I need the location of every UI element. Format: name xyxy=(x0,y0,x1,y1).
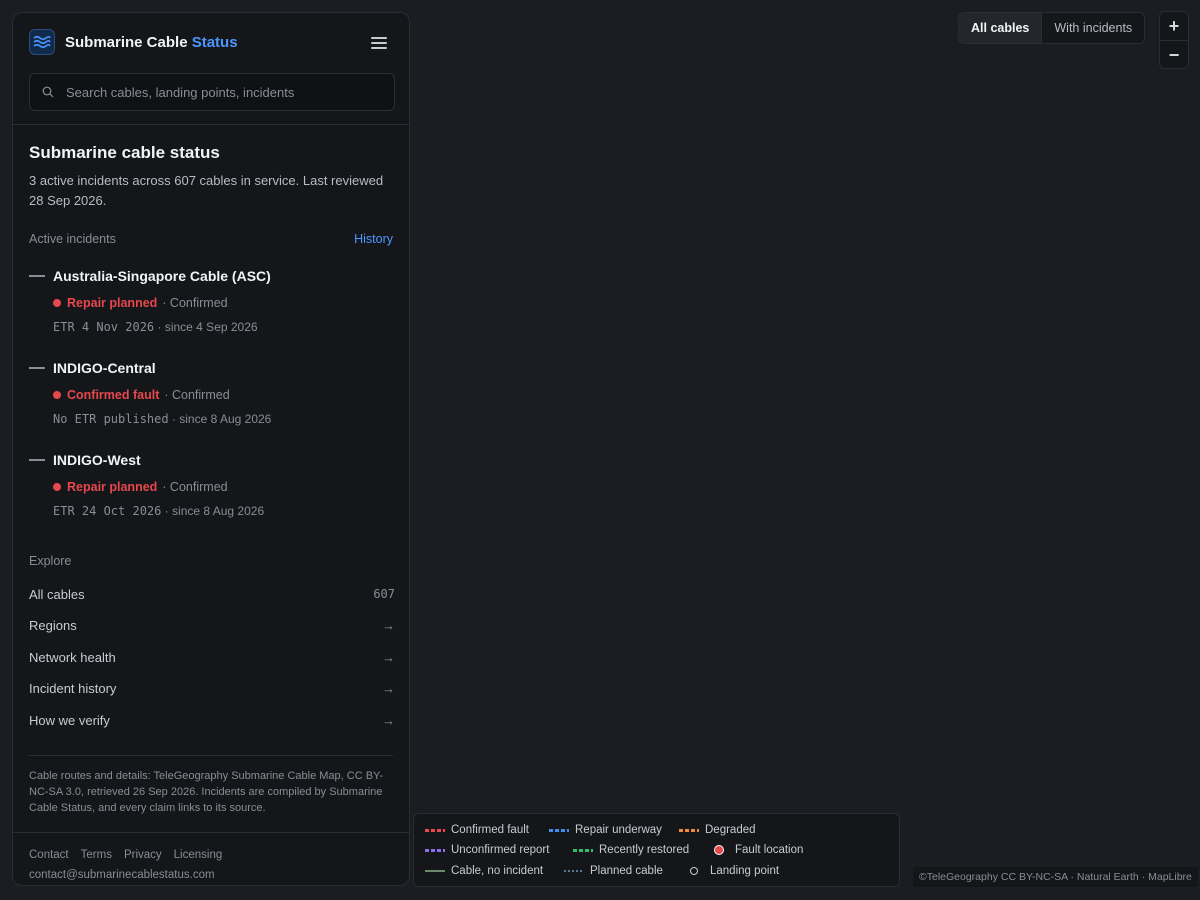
footer-link-terms[interactable]: Terms xyxy=(81,849,112,861)
incident-etr: ETR 4 Nov 2026 xyxy=(53,320,155,334)
arrow-right-icon: → xyxy=(382,617,395,633)
app-title: Submarine Cable Status xyxy=(65,33,238,51)
dashed-line-icon xyxy=(425,828,445,832)
footer-links: Contact Terms Privacy Licensing xyxy=(29,849,222,861)
solid-line-icon xyxy=(425,870,445,872)
zoom-in-button[interactable]: + xyxy=(1160,12,1188,40)
incident-confirmation: · Confirmed xyxy=(162,480,228,494)
explore-item-label: Network health xyxy=(29,649,116,665)
search-box xyxy=(29,73,395,111)
legend-item: Unconfirmed report xyxy=(425,843,549,857)
legend-label: Recently restored xyxy=(599,844,690,856)
legend-label: Fault location xyxy=(735,844,804,856)
incident-status: Repair planned xyxy=(67,296,158,310)
header-divider xyxy=(13,124,409,125)
data-credits: Cable routes and details: TeleGeography … xyxy=(29,770,384,814)
incident-since: · since 4 Sep 2026 xyxy=(157,320,258,334)
hamburger-menu-icon[interactable] xyxy=(371,37,387,51)
status-summary: 3 active incidents across 607 cables in … xyxy=(29,173,384,208)
search-input[interactable] xyxy=(64,83,394,101)
legend-label: Planned cable xyxy=(590,865,663,877)
incident-status: Repair planned xyxy=(67,480,158,494)
legend-item: Confirmed fault xyxy=(425,823,529,837)
page-title: Submarine cable status xyxy=(29,143,220,162)
explore-item-label: Regions xyxy=(29,617,77,633)
legend-label: Cable, no incident xyxy=(451,865,544,877)
zoom-control: + − xyxy=(1159,11,1189,69)
legend-item: Recently restored xyxy=(573,843,689,857)
explore-incident-history[interactable]: Incident history → xyxy=(29,678,395,698)
dashed-line-icon xyxy=(425,848,445,852)
dashed-line-icon xyxy=(679,828,699,832)
dashed-line-icon xyxy=(573,848,593,852)
arrow-right-icon: → xyxy=(382,712,395,728)
footer-link-licensing[interactable]: Licensing xyxy=(174,849,223,861)
cable-line-icon xyxy=(29,459,45,461)
explore-item-label: How we verify xyxy=(29,712,110,728)
fault-location-dot-icon xyxy=(714,845,724,855)
dotted-line-icon xyxy=(564,870,584,872)
legend-label: Landing point xyxy=(710,865,780,877)
search-icon xyxy=(42,86,54,98)
legend-item: Fault location xyxy=(714,843,803,857)
explore-how-we-verify[interactable]: How we verify → xyxy=(29,710,395,730)
waves-logo-icon xyxy=(29,29,55,55)
incident-item[interactable]: INDIGO-Central Confirmed fault · Confirme… xyxy=(29,360,395,426)
footer-divider xyxy=(13,832,409,833)
legend-label: Repair underway xyxy=(575,824,662,836)
footer-email-link[interactable]: contact@submarinecablestatus.com xyxy=(29,869,215,881)
fault-dot-icon xyxy=(53,299,61,307)
incident-confirmation: · Confirmed xyxy=(162,296,228,310)
map-attribution[interactable]: ©TeleGeography CC BY-NC-SA · Natural Ear… xyxy=(913,867,1198,887)
dashed-line-icon xyxy=(549,828,569,832)
cable-filter-toggle: All cables With incidents xyxy=(958,12,1146,44)
incident-cable-name: INDIGO-Central xyxy=(53,360,156,376)
active-incidents-label: Active incidents xyxy=(29,232,116,246)
legend-label: Unconfirmed report xyxy=(451,844,550,856)
sidebar-panel: Submarine Cable Status Submarine cable s… xyxy=(12,12,410,886)
legend-item: Degraded xyxy=(679,823,756,837)
incident-confirmation: · Confirmed xyxy=(164,388,230,402)
history-link[interactable]: History xyxy=(354,232,393,246)
incident-since: · since 8 Aug 2026 xyxy=(164,504,265,518)
incident-cable-name: INDIGO-West xyxy=(53,452,141,468)
explore-item-label: All cables xyxy=(29,586,85,602)
landing-point-ring-icon xyxy=(690,867,698,875)
legend-label: Degraded xyxy=(705,824,756,836)
legend-item: Repair underway xyxy=(549,823,662,837)
brand[interactable]: Submarine Cable Status xyxy=(29,29,238,55)
cable-line-icon xyxy=(29,275,45,277)
legend-item: Cable, no incident xyxy=(425,864,543,878)
footer-link-privacy[interactable]: Privacy xyxy=(124,849,162,861)
explore-divider xyxy=(29,755,393,756)
legend-label: Confirmed fault xyxy=(451,824,529,836)
incident-cable-name: Australia-Singapore Cable (ASC) xyxy=(53,268,271,284)
incident-etr: ETR 24 Oct 2026 xyxy=(53,504,162,518)
cable-line-icon xyxy=(29,367,45,369)
incident-since: · since 8 Aug 2026 xyxy=(171,412,272,426)
cable-count: 607 xyxy=(373,587,395,601)
incident-etr: No ETR published xyxy=(53,412,169,426)
fault-dot-icon xyxy=(53,391,61,399)
explore-network-health[interactable]: Network health → xyxy=(29,647,395,667)
incident-item[interactable]: INDIGO-West Repair planned · Confirmed ET… xyxy=(29,452,395,518)
fault-dot-icon xyxy=(53,483,61,491)
legend-item: Planned cable xyxy=(564,864,663,878)
map-legend: Confirmed fault Repair underway Degraded… xyxy=(413,813,900,887)
explore-label: Explore xyxy=(29,554,72,568)
incident-item[interactable]: Australia-Singapore Cable (ASC) Repair p… xyxy=(29,268,395,334)
explore-item-label: Incident history xyxy=(29,680,117,696)
explore-all-cables[interactable]: All cables 607 xyxy=(29,584,395,604)
filter-with-incidents-button[interactable]: With incidents xyxy=(1042,13,1144,43)
arrow-right-icon: → xyxy=(382,680,395,696)
arrow-right-icon: → xyxy=(382,649,395,665)
footer-link-contact[interactable]: Contact xyxy=(29,849,69,861)
zoom-out-button[interactable]: − xyxy=(1160,41,1188,68)
filter-all-cables-button[interactable]: All cables xyxy=(959,13,1042,43)
incident-status: Confirmed fault xyxy=(67,388,160,402)
legend-item: Landing point xyxy=(690,864,779,878)
explore-regions[interactable]: Regions → xyxy=(29,615,395,635)
